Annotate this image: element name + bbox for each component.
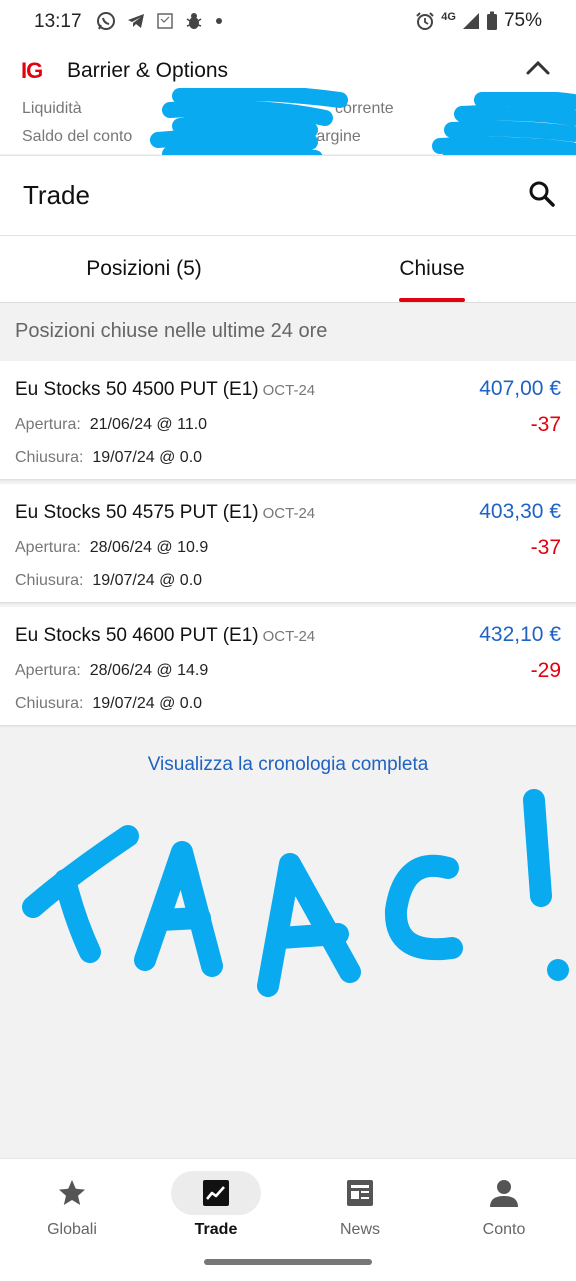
chart-icon xyxy=(171,1171,261,1215)
position-closed: Chiusura: 19/07/24 @ 0.0 xyxy=(15,695,203,712)
positions-tabs: Posizioni (5) Chiuse xyxy=(0,235,576,303)
notification-icons xyxy=(96,10,224,32)
balance-label: Saldo del conto xyxy=(22,128,133,145)
position-expiry: OCT-24 xyxy=(262,628,316,645)
position-name: Eu Stocks 50 4500 PUT (E1) OCT-24 xyxy=(15,379,316,400)
app-icon xyxy=(157,13,173,29)
nav-conto[interactable]: Conto xyxy=(432,1159,576,1259)
whatsapp-icon xyxy=(97,12,115,30)
position-opened: Apertura: 28/06/24 @ 14.9 xyxy=(15,662,209,679)
tab-open-positions[interactable]: Posizioni (5) xyxy=(0,236,288,302)
position-pl: -37 xyxy=(530,536,561,559)
tab-closed[interactable]: Chiuse xyxy=(288,236,576,302)
bug-icon xyxy=(186,13,202,29)
section-title: Posizioni chiuse nelle ultime 24 ore xyxy=(15,320,328,342)
account-name: Barrier & Options xyxy=(67,59,229,82)
closed-position-card[interactable]: Eu Stocks 50 4575 PUT (E1) OCT-24 403,30 … xyxy=(0,484,576,603)
system-icons: 4G 75% xyxy=(415,10,542,32)
position-pl: -29 xyxy=(530,659,561,682)
home-indicator[interactable] xyxy=(204,1259,372,1265)
position-closed: Chiusura: 19/07/24 @ 0.0 xyxy=(15,572,203,589)
position-expiry: OCT-24 xyxy=(262,505,316,522)
position-value: 407,00 € xyxy=(479,377,561,400)
closed-position-card[interactable]: Eu Stocks 50 4600 PUT (E1) OCT-24 432,10 … xyxy=(0,607,576,726)
telegram-icon xyxy=(128,14,144,28)
position-expiry: OCT-24 xyxy=(262,382,316,399)
nav-globali[interactable]: Globali xyxy=(0,1159,144,1259)
nav-label: News xyxy=(339,1221,380,1238)
position-value: 403,30 € xyxy=(479,500,561,523)
status-time: 13:17 xyxy=(34,11,82,32)
account-header[interactable]: IG Barrier & Options Liquidità corrente … xyxy=(0,44,576,176)
nav-news[interactable]: News xyxy=(288,1159,432,1259)
battery-level: 75% xyxy=(503,10,542,31)
nav-label: Trade xyxy=(194,1221,238,1238)
closed-position-card[interactable]: Eu Stocks 50 4500 PUT (E1) OCT-24 407,00 … xyxy=(0,361,576,480)
alarm-icon xyxy=(416,12,434,30)
nav-trade[interactable]: Trade xyxy=(144,1159,288,1259)
trade-toolbar: Trade xyxy=(0,155,576,235)
full-history-link[interactable]: Visualizza la cronologia completa xyxy=(0,754,576,776)
nav-label: Globali xyxy=(47,1221,97,1238)
position-opened: Apertura: 28/06/24 @ 10.9 xyxy=(15,539,209,556)
chevron-up-icon[interactable] xyxy=(524,56,552,80)
signal-icon xyxy=(462,13,479,29)
status-bar: 13:17 4G 75% xyxy=(0,0,576,44)
ig-logo: IG xyxy=(21,58,43,83)
network-type: 4G xyxy=(441,11,456,23)
search-icon[interactable] xyxy=(528,180,556,208)
position-name: Eu Stocks 50 4600 PUT (E1) OCT-24 xyxy=(15,625,316,646)
liquidity-label: Liquidità xyxy=(22,100,82,117)
dot-icon xyxy=(216,18,222,24)
handwritten-annotation xyxy=(22,789,569,997)
position-value: 432,10 € xyxy=(479,623,561,646)
newspaper-icon xyxy=(315,1171,405,1215)
nav-label: Conto xyxy=(482,1221,526,1238)
person-icon xyxy=(459,1171,549,1215)
position-closed: Chiusura: 19/07/24 @ 0.0 xyxy=(15,449,203,466)
page-title: Trade xyxy=(23,180,90,210)
position-pl: -37 xyxy=(530,413,561,436)
position-name: Eu Stocks 50 4575 PUT (E1) OCT-24 xyxy=(15,502,316,523)
active-tab-indicator xyxy=(399,298,465,302)
star-icon xyxy=(27,1171,117,1215)
position-opened: Apertura: 21/06/24 @ 11.0 xyxy=(15,416,208,433)
battery-icon xyxy=(486,11,497,30)
